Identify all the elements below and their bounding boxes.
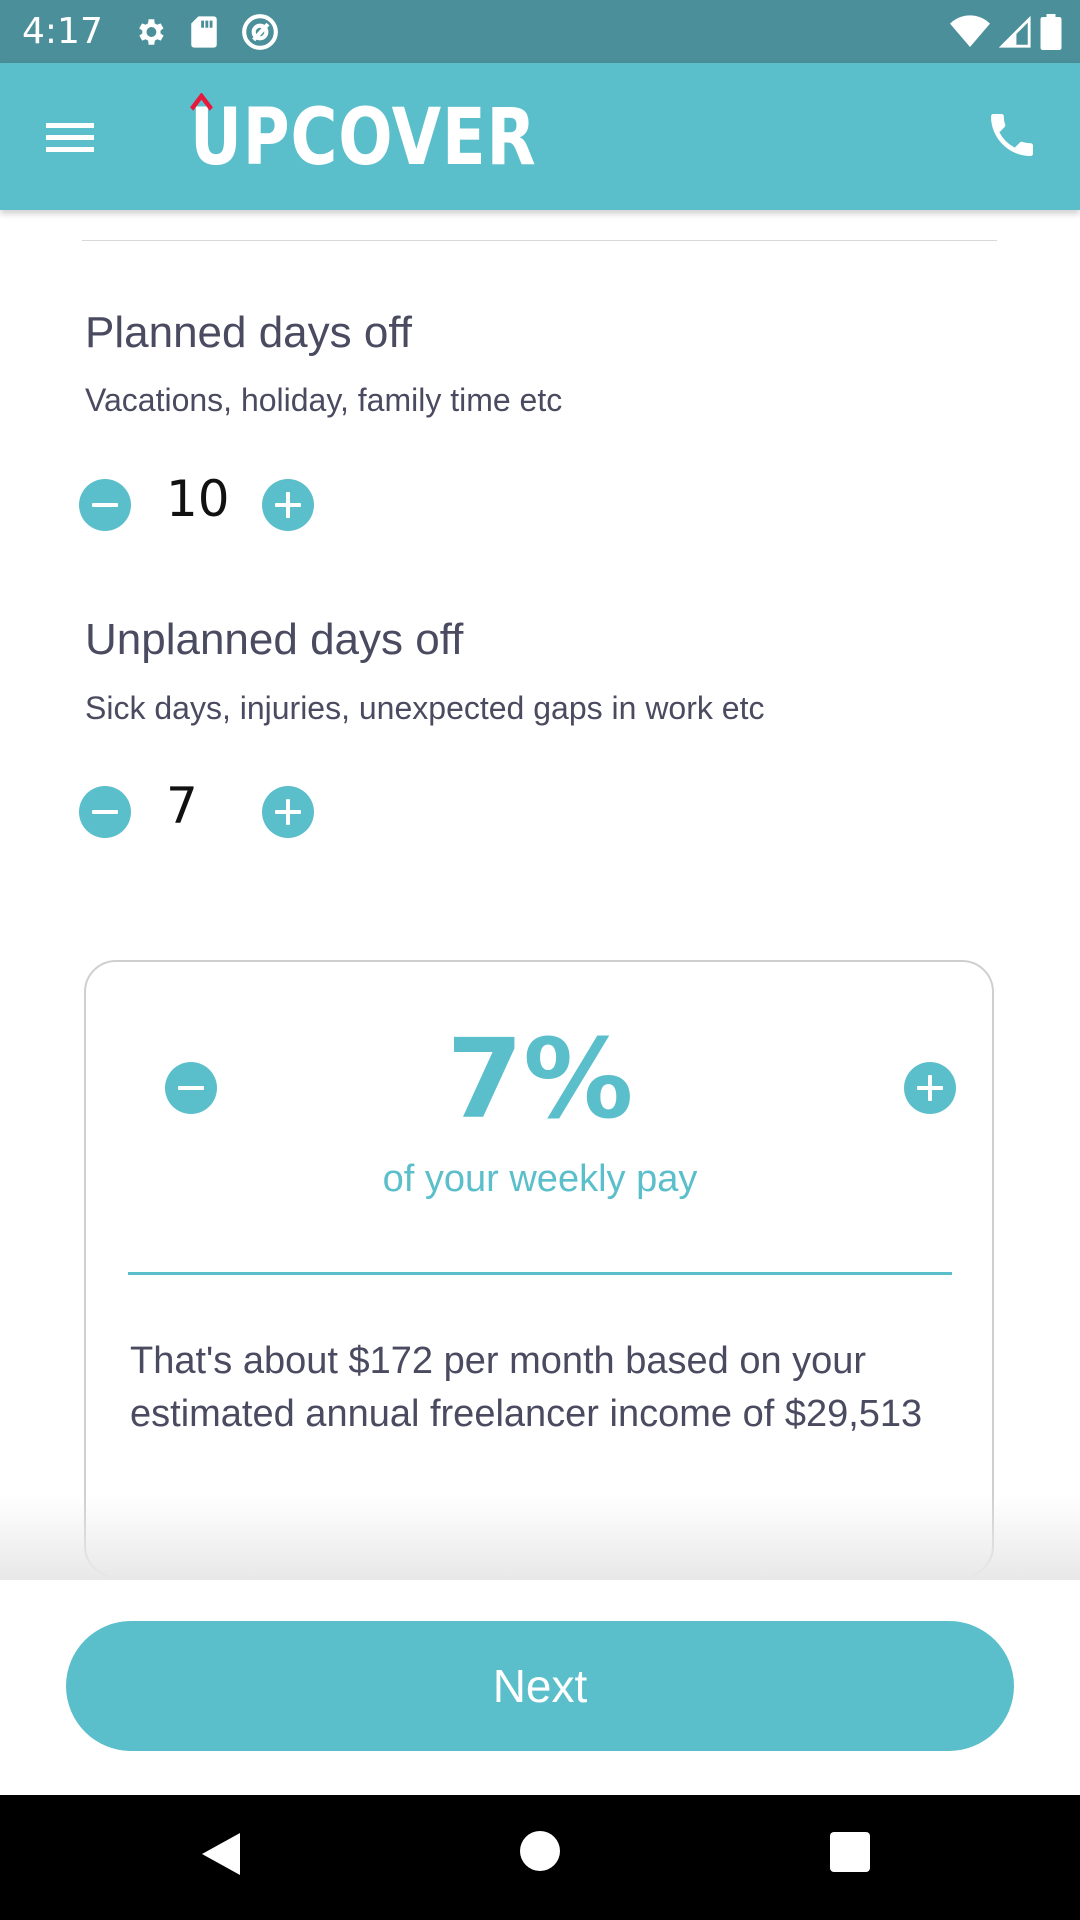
income-description: That's about $172 per month based on you… bbox=[130, 1340, 923, 1435]
menu-button[interactable] bbox=[44, 117, 104, 157]
planned-increment-button[interactable] bbox=[262, 479, 314, 531]
logo-caret-icon bbox=[190, 93, 213, 111]
battery-icon bbox=[1040, 13, 1062, 50]
back-icon[interactable] bbox=[200, 1831, 242, 1877]
unplanned-days-value: 7 bbox=[166, 777, 198, 835]
wifi-icon bbox=[950, 14, 990, 47]
unplanned-days-subtitle: Sick days, injuries, unexpected gaps in … bbox=[85, 690, 765, 726]
sd-card-icon bbox=[191, 15, 217, 48]
phone-button[interactable] bbox=[984, 107, 1044, 167]
planned-decrement-button[interactable] bbox=[79, 479, 131, 531]
status-time: 4:17 bbox=[22, 11, 103, 52]
planned-days-value: 10 bbox=[166, 470, 230, 528]
status-icons-right bbox=[950, 0, 1062, 63]
next-button[interactable]: Next bbox=[66, 1621, 1014, 1751]
percent-caption: of your weekly pay bbox=[382, 1158, 698, 1200]
gear-icon bbox=[139, 18, 164, 45]
top-divider bbox=[82, 240, 997, 241]
status-bar: 4:17 bbox=[0, 0, 1080, 63]
unplanned-days-title: Unplanned days off bbox=[85, 615, 464, 664]
card-divider bbox=[128, 1272, 952, 1275]
home-icon[interactable] bbox=[520, 1831, 560, 1871]
scroll-fade bbox=[0, 1495, 1080, 1580]
logo-text: UPCOVER bbox=[190, 93, 537, 183]
unplanned-decrement-button[interactable] bbox=[79, 786, 131, 838]
phone-icon bbox=[991, 114, 1033, 156]
unplanned-increment-button[interactable] bbox=[262, 786, 314, 838]
percent-increment-button[interactable] bbox=[904, 1062, 956, 1114]
upcover-logo: UPCOVER bbox=[190, 93, 537, 183]
planned-days-subtitle: Vacations, holiday, family time etc bbox=[85, 382, 563, 418]
app-bar: UPCOVER bbox=[0, 63, 1080, 210]
planned-days-title: Planned days off bbox=[85, 308, 412, 357]
signal-icon bbox=[998, 15, 1031, 48]
at-sign-icon bbox=[241, 13, 278, 50]
hamburger-icon bbox=[46, 123, 94, 152]
recents-icon[interactable] bbox=[830, 1832, 870, 1872]
system-nav-bar bbox=[0, 1795, 1080, 1920]
status-icons-left bbox=[133, 13, 279, 51]
